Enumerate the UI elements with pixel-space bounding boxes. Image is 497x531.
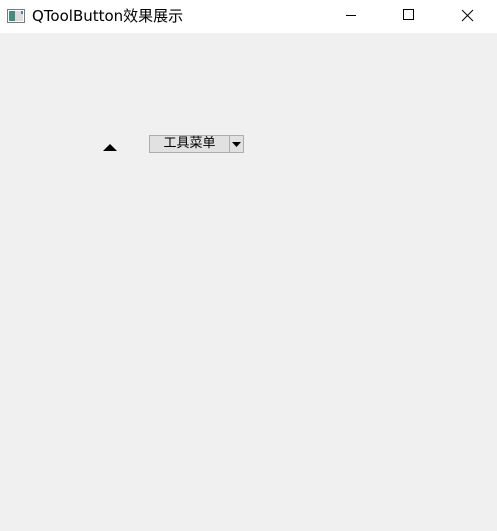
app-icon — [7, 8, 25, 23]
window-title: QToolButton效果展示 — [32, 7, 184, 25]
minimize-button[interactable] — [322, 0, 380, 31]
chevron-down-icon[interactable] — [230, 136, 243, 152]
title-bar[interactable]: QToolButton效果展示 — [0, 0, 497, 33]
tool-menu-label: 工具菜单 — [163, 136, 216, 151]
tool-menu-button[interactable]: 工具菜单 — [149, 135, 244, 153]
maximize-button[interactable] — [380, 0, 438, 31]
main-window: QToolButton效果展示 工具菜单 — [0, 0, 497, 531]
close-button[interactable] — [439, 0, 497, 31]
up-arrow-tool-button[interactable] — [100, 139, 120, 155]
